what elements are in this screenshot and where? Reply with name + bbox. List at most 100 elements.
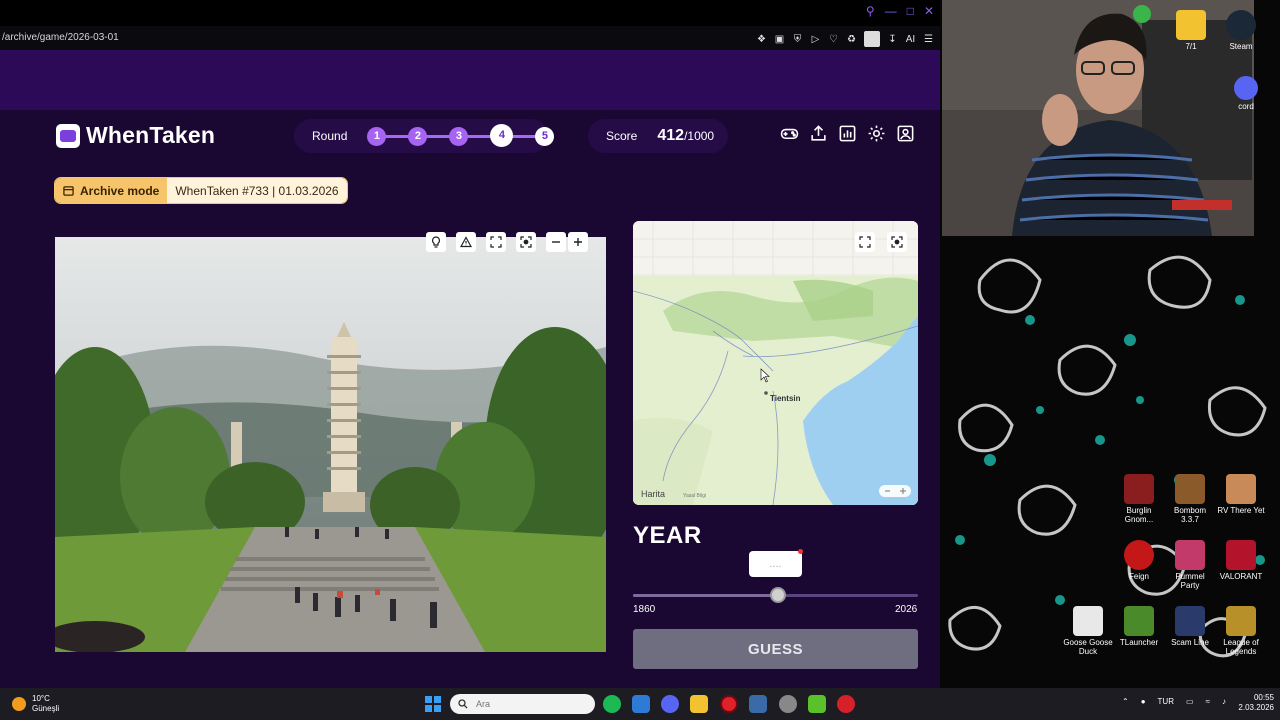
discord-icon[interactable] xyxy=(661,695,679,713)
plus-icon xyxy=(574,238,582,246)
ai-button[interactable]: AI xyxy=(905,34,916,45)
archive-mode-label: Archive mode xyxy=(80,183,160,198)
map-zoom-control[interactable] xyxy=(879,485,911,497)
weather-widget[interactable]: 10°C Güneşli xyxy=(12,694,59,714)
profile-extension-icon[interactable] xyxy=(864,31,880,47)
desktop-icon-burglin-gnomes[interactable]: Burglin Gnom... xyxy=(1114,474,1164,524)
heart-icon[interactable]: ♡ xyxy=(828,34,839,45)
zoom-in-button[interactable] xyxy=(568,232,588,252)
address-bar[interactable]: /archive/game/2026-03-01 ❖ ▣ ⛨ ▷ ♡ ♻ ↧ A… xyxy=(0,26,940,50)
map-canvas[interactable]: Tientsin Harita Yasal Bilgi xyxy=(633,221,918,505)
steam-taskbar-icon[interactable] xyxy=(749,695,767,713)
desktop-icon-steam[interactable]: Steam xyxy=(1216,10,1266,51)
fullscreen-button[interactable] xyxy=(486,232,506,252)
desktop-icon-folder[interactable]: 7/1 xyxy=(1166,10,1216,51)
minus-icon xyxy=(552,241,560,243)
opera-gx-icon[interactable] xyxy=(720,695,738,713)
puzzle-icon[interactable]: ♻ xyxy=(846,34,857,45)
clock-date: 2.03.2026 xyxy=(1238,703,1274,712)
maximize-icon[interactable]: □ xyxy=(907,4,914,18)
screen: ⚲ — □ ✕ /archive/game/2026-03-01 ❖ ▣ ⛨ ▷… xyxy=(0,0,1280,720)
map-city-label: Tientsin xyxy=(770,394,801,403)
logo[interactable]: WhenTaken xyxy=(56,122,215,149)
language-indicator[interactable]: TUR xyxy=(1158,697,1174,706)
feign-icon xyxy=(1124,540,1154,570)
desktop-icon-league-of-legends[interactable]: League of Legends xyxy=(1216,606,1266,656)
minimize-icon[interactable]: — xyxy=(885,4,897,18)
guess-button[interactable]: GUESS xyxy=(633,629,918,669)
record-app-icon[interactable] xyxy=(837,695,855,713)
burglin-gnomes-icon xyxy=(1124,474,1154,504)
url-text[interactable]: /archive/game/2026-03-01 xyxy=(2,32,119,43)
download-icon[interactable]: ↧ xyxy=(887,34,898,45)
screenshot-icon[interactable]: ▣ xyxy=(774,34,785,45)
target-icon xyxy=(520,236,532,248)
windows-start-button[interactable] xyxy=(425,696,441,712)
round-photo[interactable] xyxy=(55,237,606,652)
profile-icon[interactable] xyxy=(896,124,915,143)
search-icon[interactable]: ⚲ xyxy=(866,4,875,18)
score-indicator: Score 412 /1000 xyxy=(588,119,728,153)
mail-icon[interactable] xyxy=(632,695,650,713)
desktop-icon-pummel-party[interactable]: Pummel Party xyxy=(1165,540,1215,590)
stats-icon[interactable] xyxy=(838,124,857,143)
desktop-icon-scam-line[interactable]: Scam Line xyxy=(1165,606,1215,647)
pin-icon[interactable]: ❖ xyxy=(756,34,767,45)
round-indicator: Round 1 2 3 4 5 xyxy=(294,119,555,153)
gear-icon[interactable] xyxy=(867,124,886,143)
round-step-1: 1 xyxy=(367,126,387,146)
guess-map[interactable]: Tientsin Harita Yasal Bilgi xyxy=(633,221,918,505)
extension-toolbar: ❖ ▣ ⛨ ▷ ♡ ♻ ↧ AI ☰ xyxy=(756,31,934,47)
desktop-icon-feign[interactable]: Feign xyxy=(1114,540,1164,581)
round-steps: 1 2 3 4 5 xyxy=(367,123,555,147)
chevron-up-icon[interactable]: ⌃ xyxy=(1122,697,1129,706)
report-button[interactable] xyxy=(456,232,476,252)
spotify-icon[interactable] xyxy=(603,695,621,713)
volume-icon[interactable]: ♪ xyxy=(1222,697,1226,706)
map-focus-button[interactable] xyxy=(887,232,907,252)
round-step-5: 5 xyxy=(535,126,555,146)
discord-icon xyxy=(1234,76,1258,100)
archive-mode-badge[interactable]: Archive mode xyxy=(55,178,168,203)
browser-titlebar: ⚲ — □ ✕ xyxy=(0,0,940,26)
desktop-icon-tlauncher[interactable]: TLauncher xyxy=(1114,606,1164,647)
hint-button[interactable] xyxy=(426,232,446,252)
search-icon xyxy=(458,699,468,709)
microphone-icon[interactable]: ● xyxy=(1141,697,1146,706)
wifi-icon[interactable]: ≈ xyxy=(1206,697,1210,706)
desktop-icon-goose-goose-duck[interactable]: Goose Goose Duck xyxy=(1063,606,1113,656)
close-icon[interactable]: ✕ xyxy=(924,4,934,18)
photo-toolbar xyxy=(426,232,588,252)
pummel-party-icon xyxy=(1175,540,1205,570)
focus-button[interactable] xyxy=(516,232,536,252)
map-fullscreen-button[interactable] xyxy=(855,232,875,252)
taskbar-search-input[interactable] xyxy=(476,699,586,709)
lightbulb-icon xyxy=(432,236,440,248)
target-icon xyxy=(891,236,903,248)
play-app-icon[interactable] xyxy=(808,695,826,713)
score-value: 412 xyxy=(657,127,685,144)
expand-icon xyxy=(490,236,502,248)
logo-text: WhenTaken xyxy=(86,122,216,148)
share-icon[interactable] xyxy=(809,124,828,143)
zoom-out-button[interactable] xyxy=(546,232,566,252)
map-legal-link[interactable]: Yasal Bilgi xyxy=(683,493,706,499)
shield-icon[interactable]: ⛨ xyxy=(792,34,803,45)
desktop-icon-valorant[interactable]: VALORANT xyxy=(1216,540,1266,581)
desktop-icon-bombom[interactable]: Bombom 3.3.7 xyxy=(1165,474,1215,524)
file-explorer-icon[interactable] xyxy=(690,695,708,713)
desktop-icon-discord[interactable]: cord xyxy=(1226,76,1266,111)
settings-taskbar-icon[interactable] xyxy=(779,695,797,713)
gamepad-icon[interactable] xyxy=(780,124,799,143)
taskbar-search[interactable] xyxy=(450,694,595,714)
taskbar-clock[interactable]: 00:55 2.03.2026 xyxy=(1230,693,1274,713)
menu-icon[interactable]: ☰ xyxy=(923,34,934,45)
play-icon[interactable]: ▷ xyxy=(810,34,821,45)
bombom-icon xyxy=(1175,474,1205,504)
desktop-icon-rv-there-yet[interactable]: RV There Yet xyxy=(1216,474,1266,515)
round-label: Round xyxy=(312,129,348,143)
round-step-4: 4 xyxy=(490,123,514,147)
weather-temperature: 10°C xyxy=(32,694,50,703)
battery-icon[interactable]: ▭ xyxy=(1186,697,1194,706)
year-slider-min: 1860 xyxy=(633,604,656,615)
